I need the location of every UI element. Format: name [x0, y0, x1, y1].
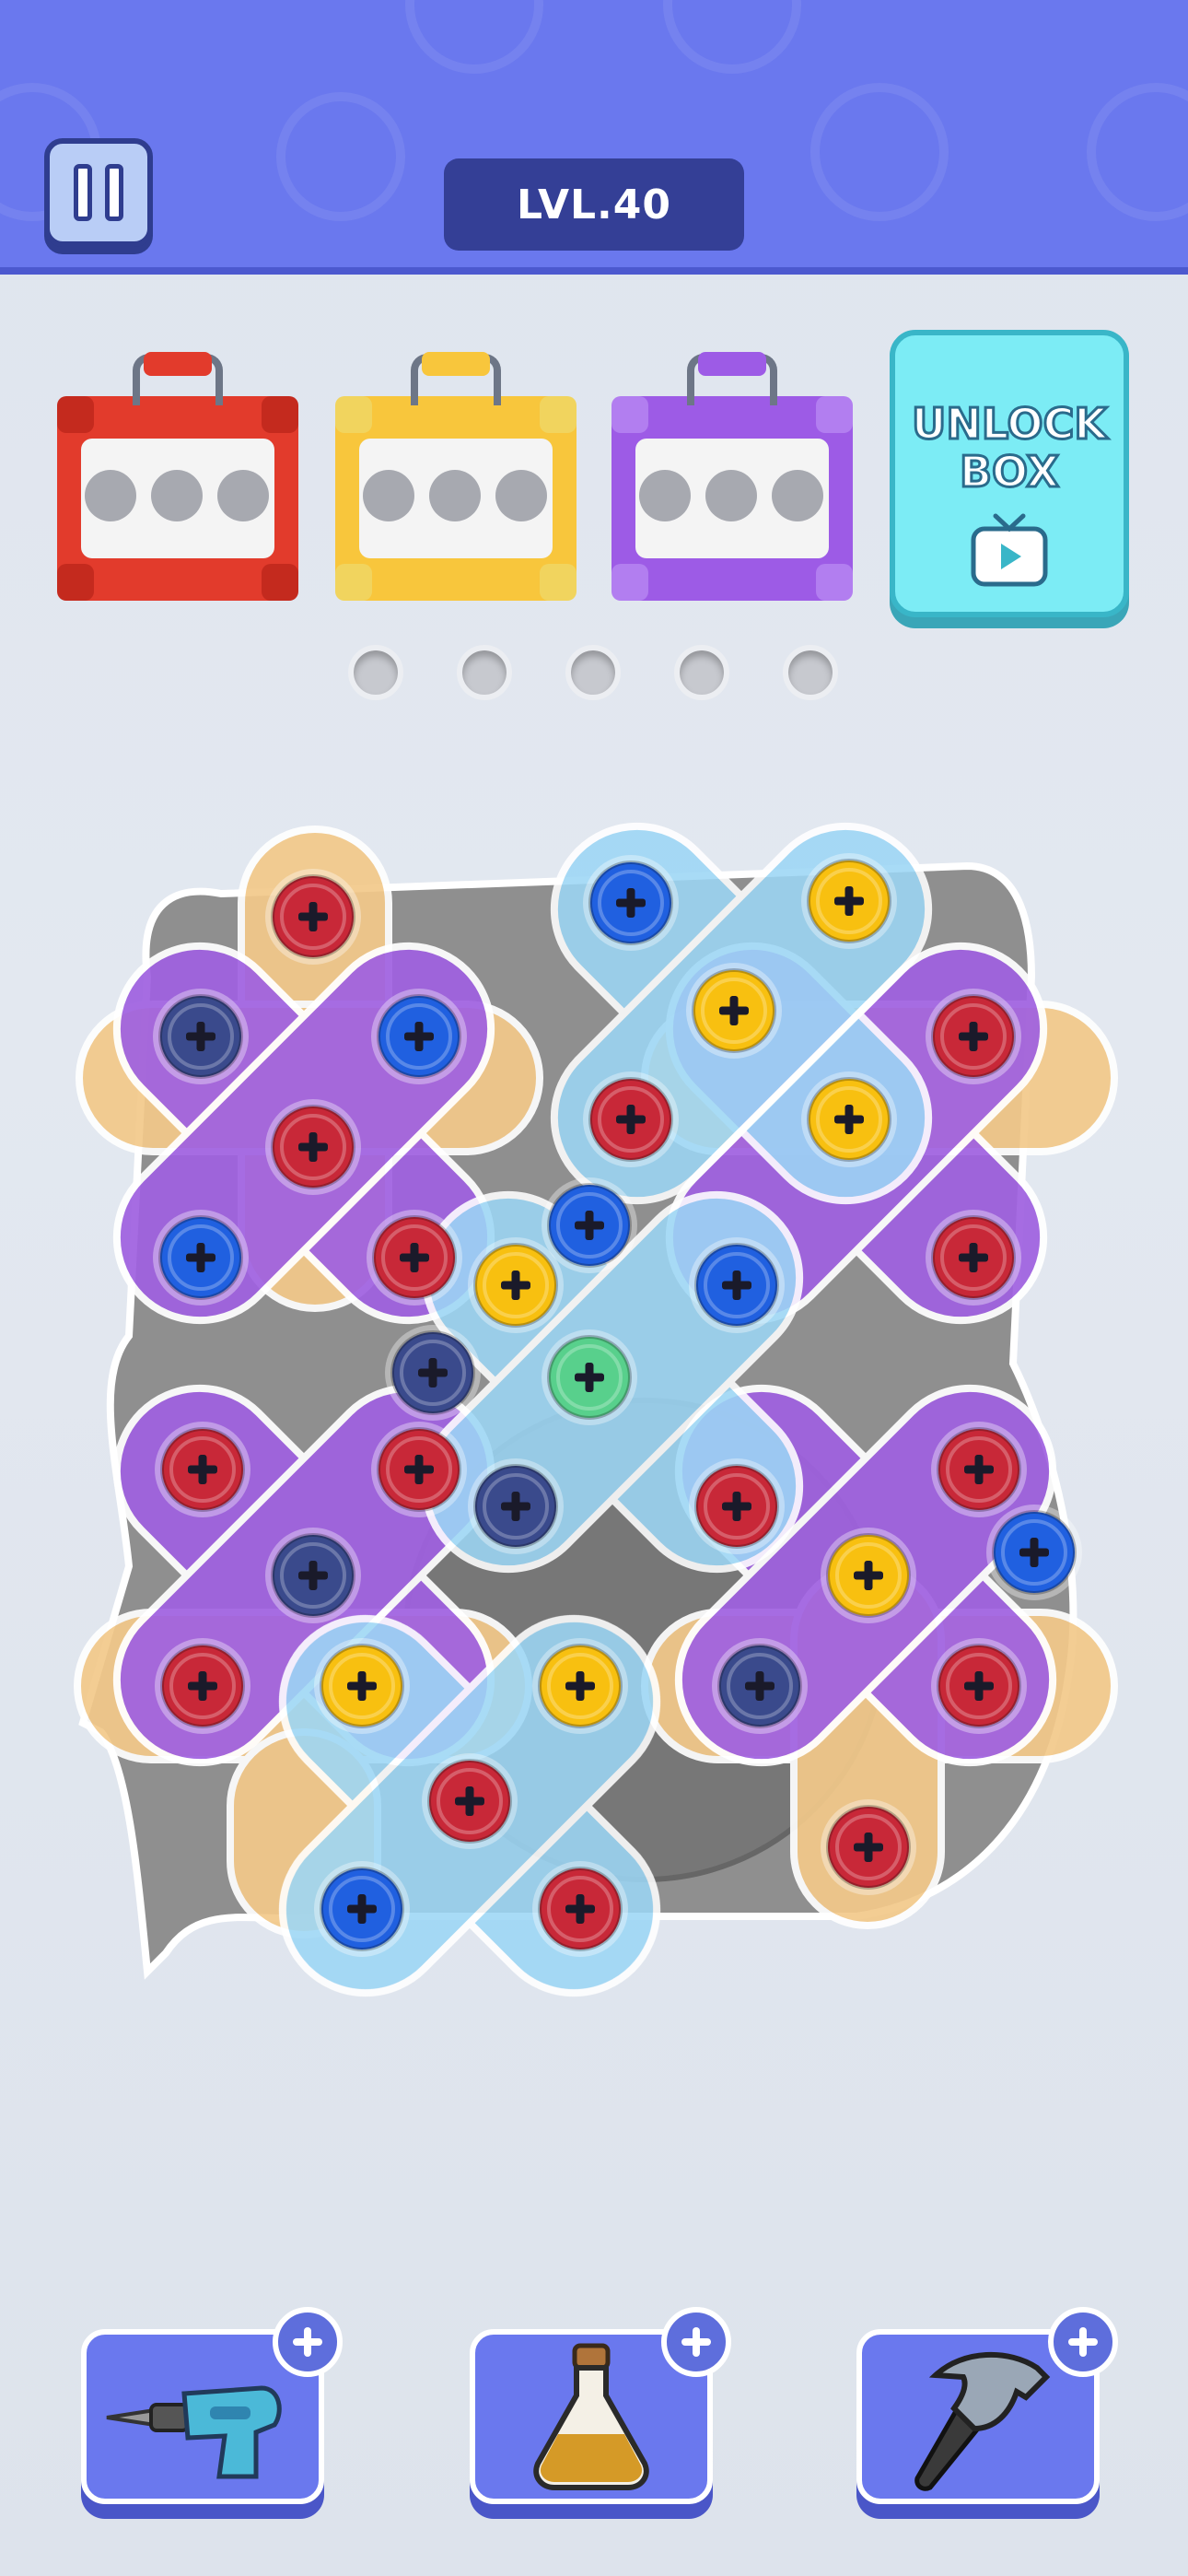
add-drill-button[interactable] [273, 2307, 343, 2377]
blue-screw[interactable] [986, 1505, 1082, 1600]
red-screw[interactable] [931, 1638, 1027, 1734]
red-screw[interactable] [583, 1071, 679, 1167]
red-screw[interactable] [926, 989, 1021, 1084]
red-screw[interactable] [265, 869, 361, 965]
red-screw[interactable] [155, 1422, 250, 1517]
green-screw[interactable] [542, 1329, 637, 1425]
hammer-icon [914, 2351, 1051, 2491]
blue-screw[interactable] [542, 1177, 637, 1273]
yellow-screw[interactable] [686, 963, 782, 1059]
blue-screw[interactable] [153, 1210, 249, 1306]
add-hammer-button[interactable] [1048, 2307, 1118, 2377]
yellow-screw[interactable] [468, 1237, 564, 1333]
yellow-screw[interactable] [821, 1528, 916, 1623]
hammer-tool-button[interactable] [856, 2307, 1118, 2504]
yellow-screw[interactable] [801, 853, 897, 949]
red-screw[interactable] [155, 1638, 250, 1734]
red-screw[interactable] [532, 1861, 628, 1957]
potion-tool-button[interactable] [470, 2307, 731, 2504]
drill-icon [106, 2385, 282, 2479]
red-screw[interactable] [689, 1458, 785, 1554]
navy-screw[interactable] [153, 989, 249, 1084]
red-screw[interactable] [926, 1210, 1021, 1306]
navy-screw[interactable] [712, 1638, 808, 1734]
red-screw[interactable] [265, 1099, 361, 1195]
red-screw[interactable] [367, 1210, 462, 1306]
red-screw[interactable] [821, 1799, 916, 1895]
navy-screw[interactable] [385, 1325, 481, 1421]
yellow-screw[interactable] [532, 1638, 628, 1734]
red-screw[interactable] [422, 1753, 518, 1849]
red-screw[interactable] [931, 1422, 1027, 1517]
red-screw[interactable] [371, 1422, 467, 1517]
add-potion-button[interactable] [661, 2307, 731, 2377]
navy-screw[interactable] [468, 1458, 564, 1554]
puzzle-board [74, 822, 1118, 1997]
blue-screw[interactable] [314, 1861, 410, 1957]
potion-bottle-icon [533, 2343, 649, 2490]
blue-screw[interactable] [689, 1237, 785, 1333]
navy-screw[interactable] [265, 1528, 361, 1623]
drill-tool-button[interactable] [81, 2307, 343, 2504]
blue-screw[interactable] [371, 989, 467, 1084]
blue-screw[interactable] [583, 855, 679, 951]
yellow-screw[interactable] [801, 1071, 897, 1167]
yellow-screw[interactable] [314, 1638, 410, 1734]
